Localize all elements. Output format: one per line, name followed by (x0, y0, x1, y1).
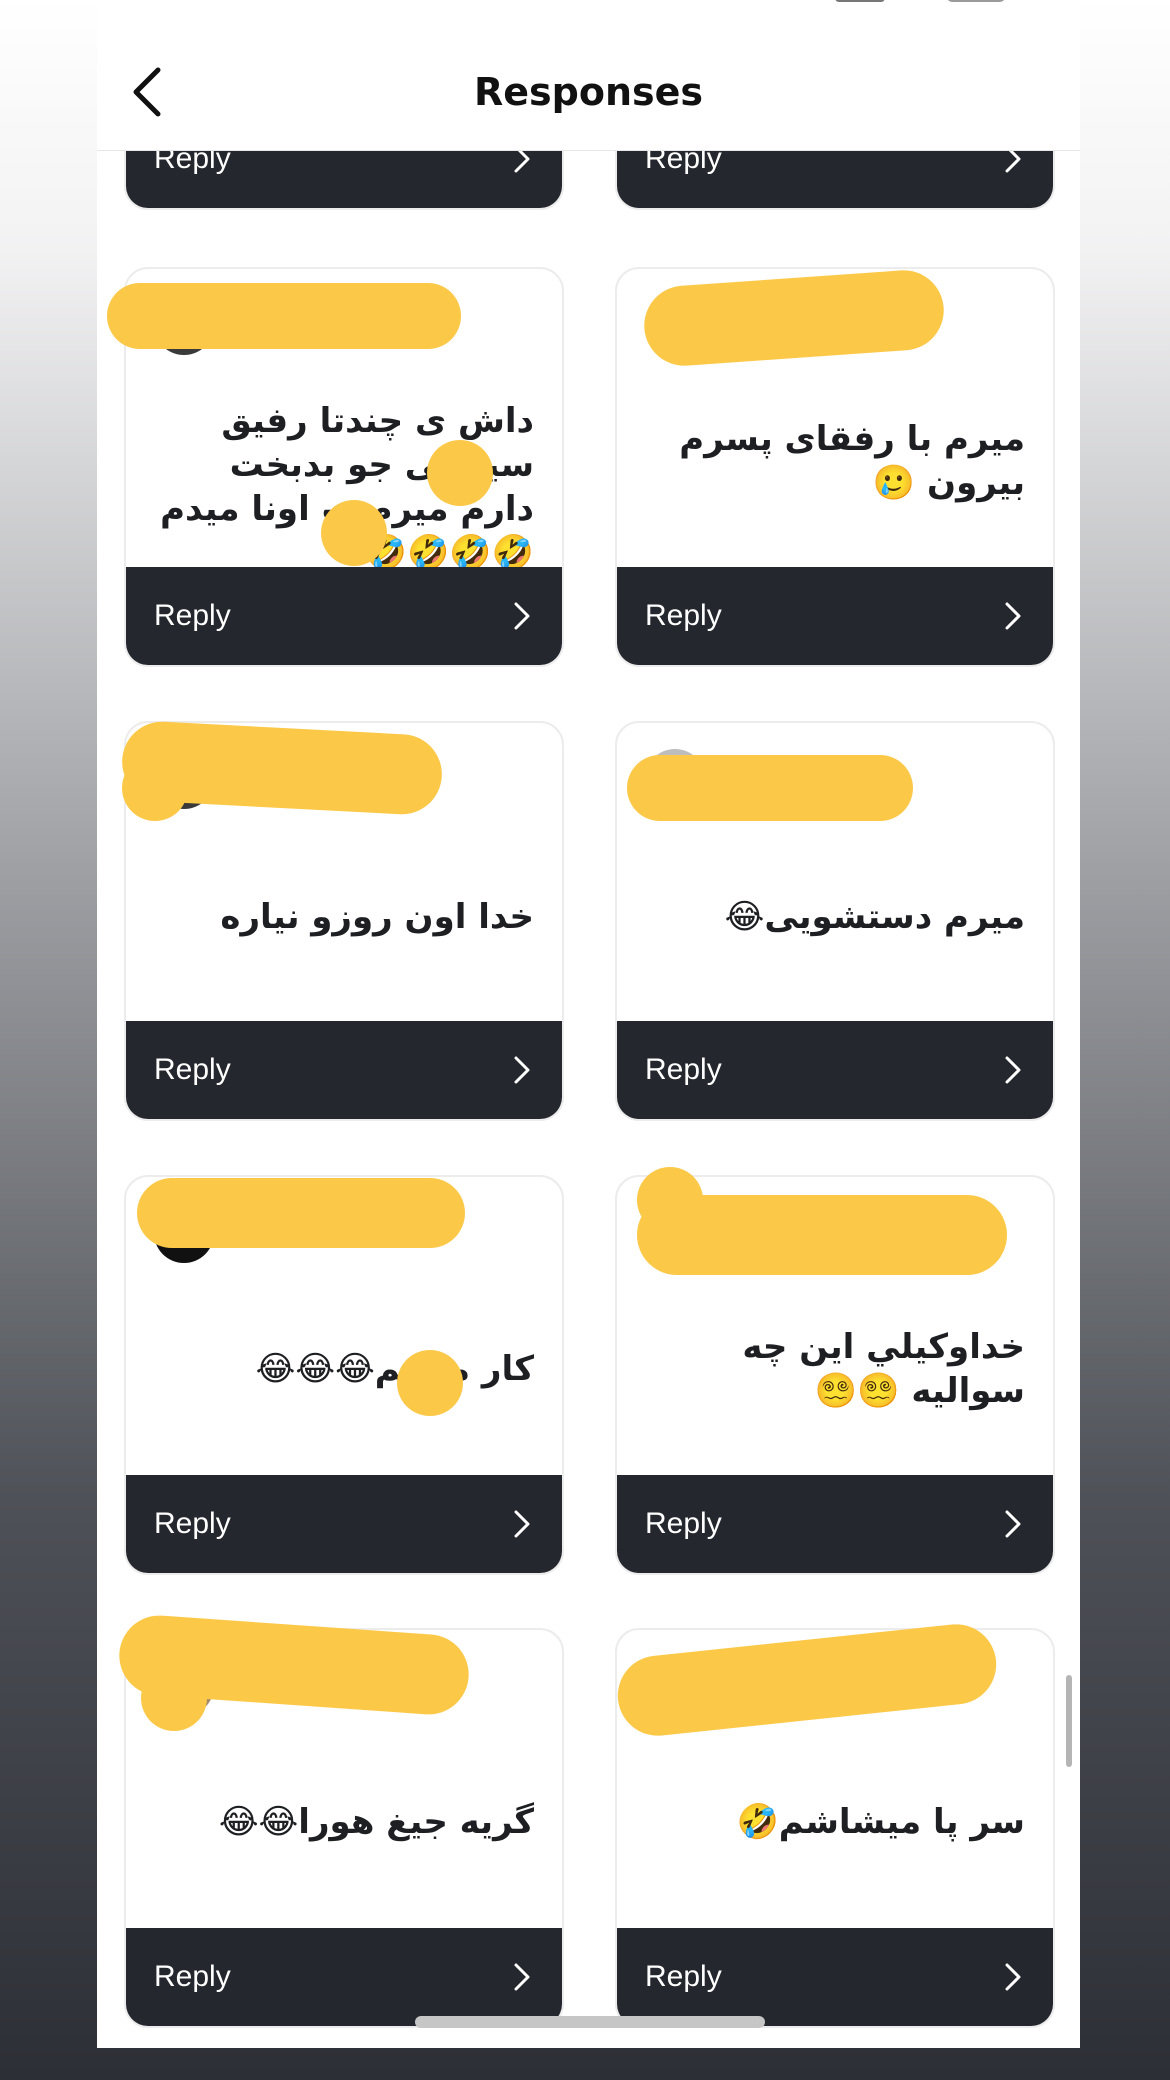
scrollbar[interactable] (1066, 1675, 1072, 1767)
chevron-right-icon (512, 599, 534, 633)
reply-label: Reply (154, 1053, 231, 1086)
redaction-mark (397, 1350, 463, 1416)
redaction-mark (141, 1665, 207, 1731)
redaction-mark (122, 755, 188, 821)
page-title: Responses (473, 70, 704, 114)
reply-label: Reply (645, 1507, 722, 1540)
nav-bar: Responses (97, 0, 1080, 151)
reply-label: Reply (645, 1960, 722, 1993)
chevron-right-icon (1003, 1960, 1025, 1994)
reply-button[interactable]: Reply (617, 1475, 1053, 1573)
chevron-right-icon (512, 1960, 534, 1994)
reply-button[interactable]: Reply (617, 1928, 1053, 2026)
response-text: خدا اون روزو نیاره (220, 897, 534, 937)
chevron-right-icon (1003, 1507, 1025, 1541)
redaction-mark (321, 500, 387, 566)
response-text: میرم با رفقای پسرم بیرون 🥲 (679, 419, 1025, 503)
chevron-right-icon (512, 1053, 534, 1087)
reply-label: Reply (645, 1053, 722, 1086)
reply-button[interactable]: Reply (617, 1021, 1053, 1119)
redaction-mark (637, 1167, 703, 1233)
redaction-mark (137, 1178, 465, 1248)
response-text: سر پا میشاشم🤣 (736, 1802, 1025, 1842)
redaction-mark (627, 755, 913, 821)
reply-button[interactable]: Reply (126, 1928, 562, 2026)
redaction-mark (107, 283, 461, 349)
status-time (202, 0, 312, 4)
status-bar (97, 0, 1080, 8)
reply-label: Reply (645, 599, 722, 632)
responses-grid: Reply Reply داش ی چندتا رفیق سینگلی جو ب… (97, 0, 1080, 2048)
reply-button[interactable]: Reply (126, 567, 562, 665)
chevron-right-icon (1003, 1053, 1025, 1087)
response-text: کار میکنم😂😂😂 (255, 1349, 534, 1389)
reply-label: Reply (154, 1507, 231, 1540)
reply-button[interactable]: Reply (126, 1475, 562, 1573)
response-text: میرم دستشویی😂 (724, 897, 1025, 937)
status-icons (835, 0, 1005, 4)
reply-label: Reply (154, 1960, 231, 1993)
reply-label: Reply (154, 599, 231, 632)
response-text: گریه جیغ هورا😂😂 (218, 1802, 534, 1842)
chevron-right-icon (1003, 599, 1025, 633)
chevron-right-icon (512, 1507, 534, 1541)
redaction-mark (427, 440, 493, 506)
reply-button[interactable]: Reply (617, 567, 1053, 665)
phone-screen: Reply Reply داش ی چندتا رفیق سینگلی جو ب… (97, 0, 1080, 2048)
home-indicator[interactable] (415, 2016, 765, 2028)
response-text: خداوکيلي اين چه سواليه 😵‍💫😵‍💫 (742, 1327, 1025, 1411)
reply-button[interactable]: Reply (126, 1021, 562, 1119)
